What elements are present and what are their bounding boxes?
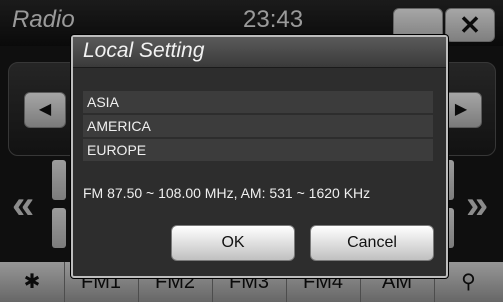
dialog-title: Local Setting — [83, 39, 205, 62]
ok-button[interactable]: OK — [171, 225, 295, 261]
region-item-europe[interactable]: EUROPE — [83, 139, 433, 161]
cancel-button[interactable]: Cancel — [310, 225, 434, 261]
dialog-header: Local Setting — [73, 37, 446, 68]
region-item-america[interactable]: AMERICA — [83, 115, 433, 137]
frequency-range-text: FM 87.50 ~ 108.00 MHz, AM: 531 ~ 1620 KH… — [83, 185, 371, 201]
radio-screen: Radio 23:43 ✕ ◀ ▶ « » ✱ FM1 FM2 FM3 FM4 … — [0, 0, 503, 302]
region-list: ASIA AMERICA EUROPE — [83, 91, 433, 163]
region-item-asia[interactable]: ASIA — [83, 91, 433, 113]
local-setting-dialog: Local Setting ASIA AMERICA EUROPE FM 87.… — [71, 35, 448, 278]
